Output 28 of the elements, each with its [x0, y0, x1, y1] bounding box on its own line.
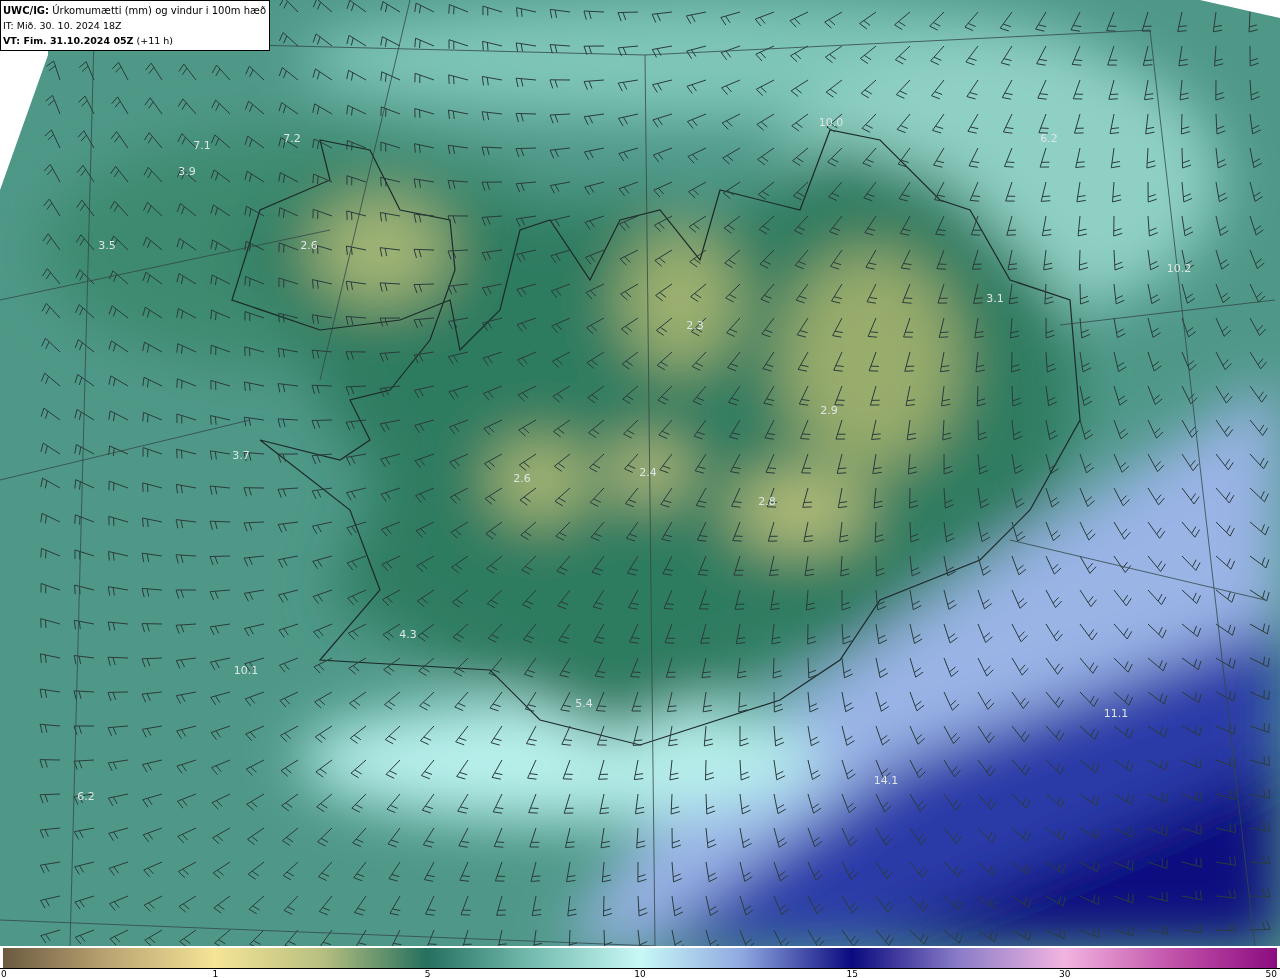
map-info-text: IT: Mið. 30. 10. 2024 18Z — [3, 19, 123, 33]
map-value-label: 7.2 — [283, 131, 301, 145]
scale-tick-label: 50 — [1265, 969, 1277, 978]
map-value-label: 10.1 — [233, 663, 259, 677]
map-value-label: 2.6 — [300, 238, 318, 252]
scale-tick-label: 0 — [1, 969, 7, 978]
map-value-label: 11.1 — [1103, 706, 1129, 720]
map-value-label: 6.2 — [1040, 131, 1058, 145]
map-value-label: 7.1 — [193, 138, 211, 152]
map-value-label: 3.1 — [986, 291, 1004, 305]
map-value-label: 3.7 — [232, 448, 250, 462]
scale-tick-label: 5 — [424, 969, 431, 978]
map-info-text: UWC/IG: Úrkomumætti (mm) og vindur i 100m hæð — [3, 3, 265, 18]
map-value-label: 5.4 — [575, 696, 593, 710]
map-value-label: 4.3 — [399, 627, 417, 641]
map-value-label: 14.1 — [873, 773, 899, 787]
map-value-label: 3.5 — [98, 238, 116, 252]
map-value-label: 3.9 — [178, 164, 196, 178]
map-info-text: VT: Fim. 31.10.2024 05Z (+11 h) — [3, 34, 175, 48]
map-value-label: 2.9 — [820, 403, 838, 417]
scale-tick-label: 30 — [1058, 969, 1071, 978]
map-value-label: 6.2 — [77, 789, 95, 803]
scale-tick-label: 1 — [212, 969, 219, 978]
map-value-label: 2.4 — [639, 465, 657, 479]
scale-tick-label: 10 — [634, 969, 646, 978]
scale-tick-label: 15 — [846, 969, 859, 978]
map-value-label: 2.3 — [686, 318, 704, 332]
map-value-label: 2.6 — [513, 471, 531, 485]
